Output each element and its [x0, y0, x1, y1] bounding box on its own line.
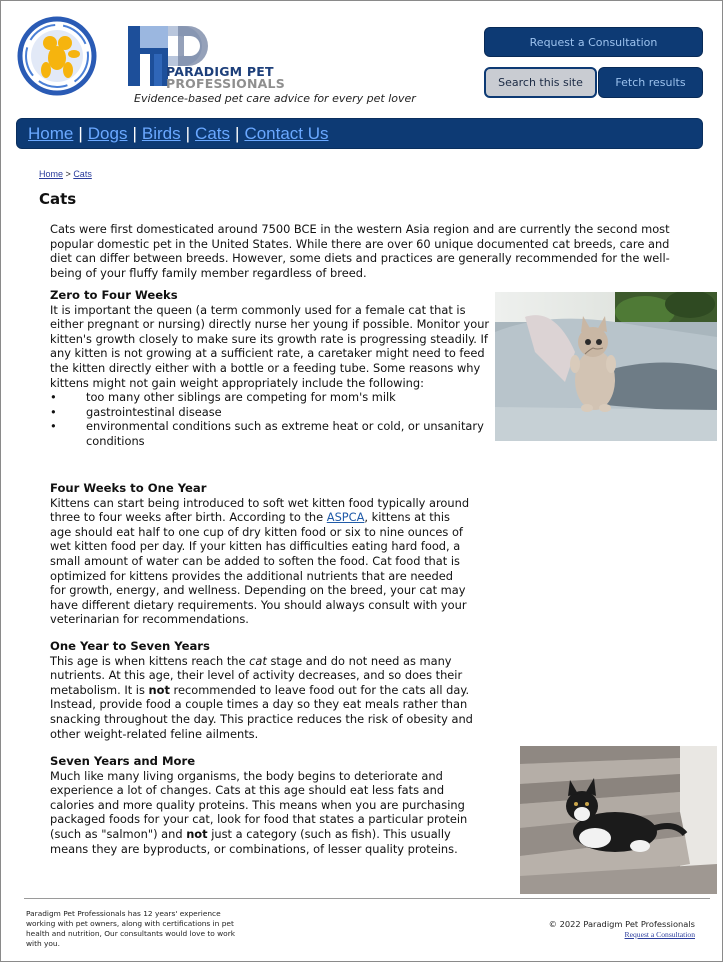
nav-home[interactable]: Home [28, 124, 73, 144]
section-body: This age is when kittens reach the cat s… [50, 654, 490, 742]
breadcrumb: Home > Cats [39, 169, 92, 179]
nav-dogs[interactable]: Dogs [88, 124, 128, 144]
nav-cats[interactable]: Cats [195, 124, 230, 144]
footer-consultation-link[interactable]: Request a Consultation [625, 930, 695, 939]
brand-name: PARADIGM PET PROFESSIONALS [166, 65, 285, 91]
intro-paragraph: Cats were first domesticated around 7500… [50, 222, 670, 280]
list-item: environmental conditions such as extreme… [50, 419, 490, 448]
body-text: This age is when kittens reach the [50, 653, 250, 668]
section-body: It is important the queen (a term common… [50, 302, 490, 390]
breadcrumb-home[interactable]: Home [39, 169, 63, 179]
main-nav: Home | Dogs | Birds | Cats | Contact Us [16, 118, 703, 149]
fetch-results-button[interactable]: Fetch results [598, 67, 703, 98]
section-heading: Zero to Four Weeks [50, 288, 178, 302]
page-title: Cats [39, 190, 77, 208]
tagline: Evidence-based pet care advice for every… [134, 92, 416, 105]
nav-separator: | [132, 123, 137, 143]
section-heading: Seven Years and More [50, 754, 196, 768]
nav-separator: | [235, 123, 240, 143]
list-item: too many other siblings are competing fo… [50, 390, 490, 405]
reasons-list: too many other siblings are competing fo… [50, 390, 490, 448]
brand-line-2: PROFESSIONALS [166, 76, 285, 91]
breadcrumb-current[interactable]: Cats [73, 169, 92, 179]
section-heading: Four Weeks to One Year [50, 481, 207, 495]
nav-birds[interactable]: Birds [142, 124, 181, 144]
footer-copyright: © 2022 Paradigm Pet Professionals [548, 919, 695, 929]
list-item: gastrointestinal disease [50, 405, 490, 420]
section-four-weeks-to-one-year: Four Weeks to One Year Kittens can start… [50, 481, 470, 627]
body-text: , kittens at this age should eat half to… [50, 510, 467, 627]
section-zero-to-four-weeks: Zero to Four Weeks It is important the q… [50, 288, 490, 449]
breadcrumb-separator: > [65, 169, 71, 179]
aspca-link[interactable]: ASPCA [327, 510, 365, 524]
emphasis-text: cat [249, 653, 267, 668]
nav-separator: | [78, 123, 83, 143]
search-site-button[interactable]: Search this site [484, 67, 597, 98]
cat-on-stairs-image [520, 746, 717, 894]
section-body: Much like many living organisms, the bod… [50, 769, 490, 857]
footer-divider [24, 898, 710, 899]
nav-separator: | [185, 123, 191, 143]
request-consultation-button[interactable]: Request a Consultation [484, 27, 703, 57]
section-body: Kittens can start being introduced to so… [50, 496, 470, 627]
section-heading: One Year to Seven Years [50, 639, 210, 653]
dog-logo-icon[interactable] [16, 16, 98, 96]
strong-text: not [148, 682, 170, 697]
kitten-on-couch-image [495, 292, 717, 441]
nav-contact[interactable]: Contact Us [244, 124, 328, 144]
section-seven-years-and-more: Seven Years and More Much like many livi… [50, 754, 490, 856]
strong-text: not [186, 826, 208, 841]
footer-about: Paradigm Pet Professionals has 12 years'… [26, 909, 236, 948]
section-one-to-seven-years: One Year to Seven Years This age is when… [50, 639, 490, 741]
